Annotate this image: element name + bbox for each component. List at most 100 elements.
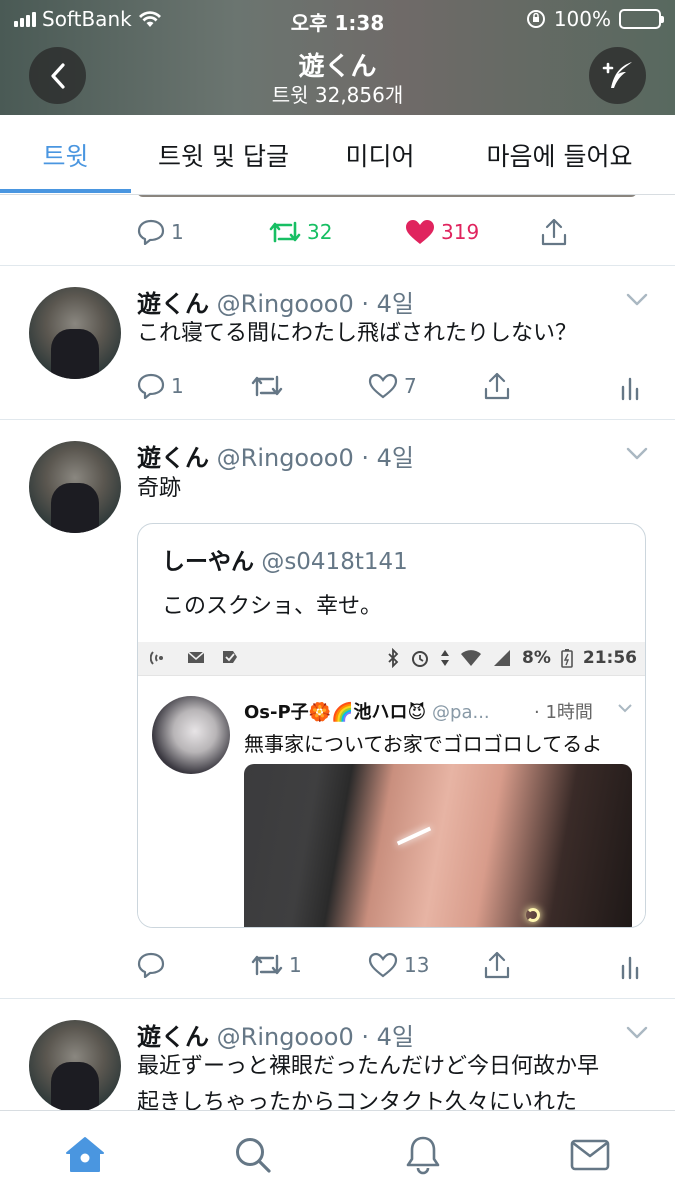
avatar[interactable]	[29, 287, 121, 379]
reply-button[interactable]: 1	[137, 373, 184, 399]
heart-filled-icon	[406, 220, 434, 244]
battery-group: 100%	[526, 7, 664, 31]
share-icon	[541, 218, 567, 246]
nav-messages[interactable]	[568, 1133, 612, 1177]
screenshot-time: 21:56	[582, 648, 637, 668]
quoted-tweet-card[interactable]: しーやん @s0418t141 このスクショ、幸せ。 8% 21:56 Os-P…	[137, 523, 646, 928]
divider	[0, 998, 675, 999]
reply-icon	[137, 952, 165, 978]
quoted-tweet-text: このスクショ、幸せ。	[162, 594, 383, 619]
retweet-count: 1	[289, 953, 302, 977]
chevron-down-icon[interactable]	[626, 1026, 648, 1040]
share-icon	[484, 372, 510, 400]
screenshot-author-line: Os-P子🏵️🌈池ハロ😈 @pa...	[244, 698, 490, 724]
author-name[interactable]: 遊くん	[137, 1023, 209, 1051]
screenshot-author-name: Os-P子🏵️🌈池ハロ😈	[244, 702, 427, 723]
search-icon	[236, 1138, 271, 1173]
cell-signal-icon	[494, 650, 510, 666]
author-handle: @Ringooo0 · 4일	[216, 444, 414, 472]
nav-search[interactable]	[231, 1133, 275, 1177]
tweet-text-line-2: 起きしちゃったからコンタクト久々にいれた	[137, 1090, 578, 1110]
share-icon	[484, 951, 510, 979]
data-arrows-icon	[441, 650, 449, 666]
notifications-bell-icon	[406, 1136, 440, 1175]
quoted-author-handle: @s0418t141	[261, 549, 408, 575]
author-handle: @Ringooo0 · 4일	[216, 290, 414, 318]
compose-tweet-icon	[602, 61, 632, 88]
signal-off-icon	[150, 651, 163, 665]
chevron-down-icon	[618, 704, 632, 713]
wifi-icon	[461, 650, 481, 666]
like-button[interactable]: 319	[405, 219, 479, 245]
messages-envelope-icon	[570, 1139, 610, 1171]
retweet-button[interactable]	[251, 373, 283, 399]
retweet-icon	[251, 375, 283, 397]
share-button[interactable]	[483, 371, 511, 401]
analytics-button[interactable]	[620, 375, 640, 401]
tweet-author-line: 遊くん @Ringooo0 · 4일	[137, 438, 414, 473]
active-tab-indicator	[0, 189, 131, 193]
nav-home[interactable]	[63, 1133, 107, 1177]
analytics-button[interactable]	[620, 954, 640, 980]
avatar[interactable]	[29, 1020, 121, 1110]
reply-count: 1	[171, 220, 184, 244]
screenshot-tweet-text: 無事家についてお家でゴロゴロしてるよ	[244, 732, 603, 756]
rotation-lock-icon	[526, 10, 545, 28]
divider	[0, 419, 675, 420]
tab-tweets-and-replies[interactable]: 트윗 및 답글	[131, 115, 316, 195]
quoted-screenshot-image[interactable]: 8% 21:56 Os-P子🏵️🌈池ハロ😈 @pa... · 1時間 無事家につ…	[138, 642, 645, 927]
retweet-icon	[251, 954, 283, 976]
reply-button[interactable]	[137, 952, 165, 978]
tweet-text-line-1: 最近ずーっと裸眼だったんだけど今日何故か早	[137, 1054, 600, 1079]
compose-button[interactable]	[589, 47, 646, 104]
quoted-author-line: しーやん @s0418t141	[162, 542, 408, 576]
nav-notifications[interactable]	[401, 1133, 445, 1177]
analytics-icon	[621, 956, 639, 980]
tab-media[interactable]: 미디어	[316, 115, 444, 195]
sparkle-effect	[396, 826, 432, 846]
heart-icon	[368, 952, 398, 978]
home-icon	[66, 1137, 104, 1172]
battery-charging-icon	[561, 649, 573, 668]
author-handle: @Ringooo0 · 4일	[216, 1023, 414, 1051]
screenshot-avatar	[152, 696, 230, 774]
tab-likes[interactable]: 마음에 들어요	[444, 115, 675, 195]
like-count: 13	[404, 953, 430, 977]
retweet-button[interactable]: 1	[251, 952, 302, 978]
retweet-icon	[269, 221, 301, 243]
tab-tweets[interactable]: 트윗	[0, 115, 131, 195]
battery-icon	[619, 9, 664, 29]
reply-button[interactable]: 1	[137, 219, 184, 245]
screenshot-selfie-photo	[244, 764, 632, 927]
profile-header: SoftBank 오후 1:38 100% 遊くん 트윗 32,856개	[0, 0, 675, 115]
tweet-author-line: 遊くん @Ringooo0 · 4일	[137, 1017, 414, 1052]
author-name[interactable]: 遊くん	[137, 444, 209, 472]
reply-icon	[137, 373, 165, 399]
reply-icon	[137, 219, 165, 245]
quoted-author-name: しーやん	[162, 549, 254, 575]
screenshot-status-bar: 8% 21:56	[138, 642, 645, 676]
share-button[interactable]	[483, 950, 511, 980]
screenshot-status-icons-left	[150, 648, 240, 668]
tweet-author-line: 遊くん @Ringooo0 · 4일	[137, 284, 414, 319]
heart-icon	[368, 373, 398, 399]
tweet-text: 奇跡	[137, 476, 182, 501]
chevron-down-icon[interactable]	[626, 293, 648, 307]
screenshot-author-handle: @pa...	[432, 702, 490, 723]
chevron-down-icon[interactable]	[626, 447, 648, 461]
tweet-feed[interactable]: 1 32 319 遊くん @Ringooo0 · 4일 これ寝てる間にわたし飛ば…	[0, 195, 675, 1110]
profile-title: 遊くん	[298, 52, 377, 82]
tweet-count: 트윗 32,856개	[271, 83, 404, 107]
like-button[interactable]: 7	[368, 373, 417, 399]
author-name[interactable]: 遊くん	[137, 290, 209, 318]
retweet-count: 32	[307, 220, 333, 244]
bluetooth-icon	[388, 648, 399, 668]
retweet-button[interactable]: 32	[269, 219, 332, 245]
avatar[interactable]	[29, 441, 121, 533]
partial-media-edge	[137, 195, 637, 197]
like-button[interactable]: 13	[368, 952, 429, 978]
screenshot-battery-percent: 8%	[522, 648, 551, 668]
divider	[0, 265, 675, 266]
analytics-icon	[621, 377, 639, 401]
share-button[interactable]	[540, 217, 568, 247]
